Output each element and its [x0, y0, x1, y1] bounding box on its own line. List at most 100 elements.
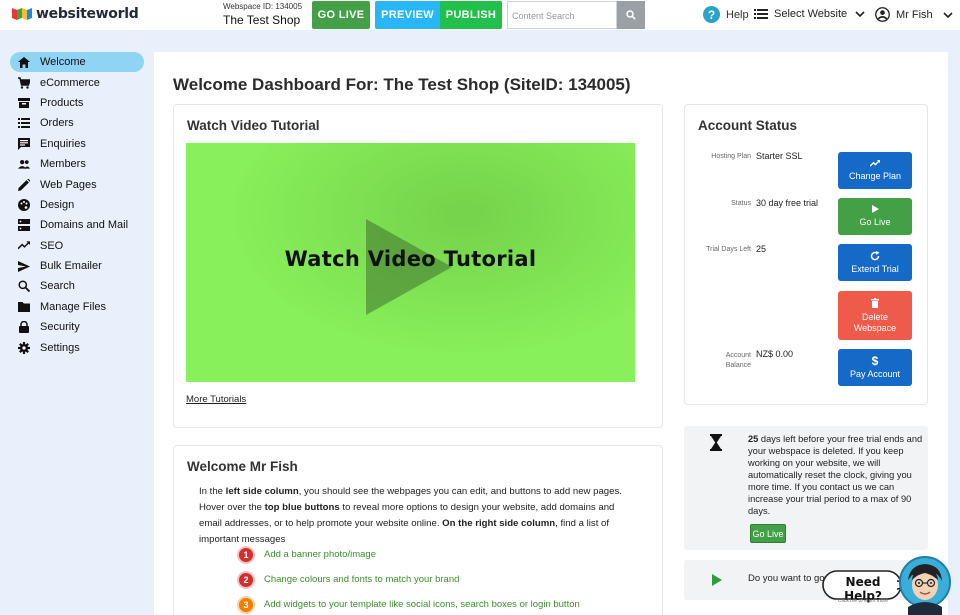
- sidebar-item-search[interactable]: Search: [0, 276, 150, 296]
- step-item: 1 Add a banner photo/image: [237, 542, 580, 567]
- hourglass-icon: [710, 434, 722, 451]
- palette-icon: [18, 198, 30, 211]
- preview-button[interactable]: PREVIEW: [375, 1, 440, 29]
- user-menu[interactable]: Mr Fish: [875, 7, 953, 22]
- sidebar-item-label: Settings: [40, 341, 80, 354]
- more-tutorials-link[interactable]: More Tutorials: [186, 394, 246, 405]
- step-link[interactable]: Add a banner photo/image: [264, 549, 376, 560]
- help-icon: ?: [703, 6, 720, 23]
- logo[interactable]: websiteworld: [12, 6, 139, 22]
- sidebar-item-label: Bulk Emailer: [40, 260, 102, 273]
- sidebar-item-label: Welcome: [40, 56, 86, 69]
- search-icon: [18, 280, 30, 293]
- video-player[interactable]: Watch Video Tutorial: [186, 143, 635, 382]
- intro-text-1: In the: [199, 486, 226, 497]
- top-bar: websiteworld Webspace ID: 134005 The Tes…: [0, 0, 960, 30]
- sidebar-item-enquiries[interactable]: Enquiries: [0, 134, 150, 154]
- help-link[interactable]: ? Help: [703, 6, 749, 23]
- change-plan-label: Change Plan: [848, 170, 902, 181]
- user-name: Mr Fish: [896, 8, 933, 21]
- trial-go-live-button[interactable]: Go Live: [750, 524, 786, 543]
- video-card-title: Watch Video Tutorial: [187, 118, 320, 133]
- menu-icon: [754, 9, 768, 19]
- webspace-info: Webspace ID: 134005 The Test Shop: [223, 3, 302, 27]
- sidebar-item-domains-and-mail[interactable]: Domains and Mail: [0, 215, 150, 235]
- chevron-down-icon: [855, 11, 865, 17]
- dollar-icon: $: [871, 354, 879, 368]
- hosting-plan-value: Starter SSL: [756, 151, 803, 161]
- sidebar-item-products[interactable]: Products: [0, 93, 150, 113]
- sidebar-item-members[interactable]: Members: [0, 154, 150, 174]
- dns-icon: [18, 219, 30, 232]
- sidebar-item-security[interactable]: Security: [0, 317, 150, 337]
- delete-webspace-button[interactable]: Delete Webspace: [838, 291, 912, 340]
- change-plan-button[interactable]: Change Plan: [838, 152, 912, 189]
- search-icon: [626, 10, 636, 20]
- trial-message-body: days left before your free trial ends an…: [748, 434, 923, 516]
- search-button[interactable]: [617, 1, 645, 29]
- sidebar-item-seo[interactable]: SEO: [0, 236, 150, 256]
- step-item: 3 Add widgets to your template like soci…: [237, 592, 580, 615]
- sidebar-item-settings[interactable]: Settings: [0, 337, 150, 357]
- step-link[interactable]: Add widgets to your template like social…: [264, 599, 580, 610]
- need-help-subtitle: Click me to learn more: [837, 598, 888, 604]
- go-live-button[interactable]: GO LIVE: [312, 1, 370, 29]
- intro-bold-3: On the right side column: [442, 518, 556, 529]
- extend-trial-label: Extend Trial: [851, 263, 899, 274]
- user-avatar-icon: [875, 7, 890, 22]
- trial-days-label: Trial Days Left: [706, 246, 751, 253]
- go-live-account-button[interactable]: Go Live: [838, 198, 912, 235]
- video-tutorial-card: Watch Video Tutorial Watch Video Tutoria…: [173, 104, 663, 428]
- intro-bold-2: top blue buttons: [264, 502, 340, 513]
- sidebar-item-design[interactable]: Design: [0, 195, 150, 215]
- step-number: 1: [237, 545, 255, 564]
- sidebar-item-label: Search: [40, 280, 75, 293]
- cart-icon: [18, 76, 30, 89]
- account-balance-value: NZ$ 0.00: [756, 349, 794, 359]
- trial-days-value: 25: [756, 244, 767, 254]
- people-icon: [18, 158, 30, 170]
- account-balance-label: Account Balance: [691, 351, 751, 371]
- gear-icon: [18, 341, 30, 354]
- hosting-plan-label: Hosting Plan: [711, 153, 751, 160]
- sidebar-item-orders[interactable]: Orders: [0, 113, 150, 133]
- trial-message-card: 25 days left before your free trial ends…: [684, 426, 928, 550]
- sidebar-item-welcome[interactable]: Welcome: [10, 52, 144, 73]
- trending-icon: [18, 240, 30, 252]
- trash-icon: [871, 297, 879, 308]
- video-overlay-title: Watch Video Tutorial: [284, 247, 537, 271]
- publish-button[interactable]: PUBLISH: [440, 1, 502, 29]
- pencil-icon: [18, 178, 30, 191]
- account-status-card: Account Status Hosting Plan Starter SSL …: [684, 104, 928, 405]
- shop-name: The Test Shop: [223, 13, 301, 27]
- help-label: Help: [726, 8, 749, 21]
- sidebar-item-label: Design: [40, 198, 75, 211]
- sidebar-item-manage-files[interactable]: Manage Files: [0, 297, 150, 317]
- delete-label-line1: Delete: [861, 311, 888, 322]
- extend-trial-button[interactable]: Extend Trial: [838, 244, 912, 281]
- delete-label-line2: Webspace: [853, 322, 897, 333]
- refresh-icon: [870, 250, 880, 260]
- need-help-widget[interactable]: Need Help? Click me to learn more: [820, 555, 955, 615]
- folder-icon: [18, 301, 30, 313]
- step-link[interactable]: Change colours and fonts to match your b…: [264, 574, 459, 585]
- getting-started-steps: 1 Add a banner photo/image 2 Change colo…: [237, 542, 580, 615]
- select-website-dropdown[interactable]: Select Website: [754, 8, 865, 20]
- play-icon: [712, 574, 722, 586]
- trial-days-count: 25: [748, 434, 759, 444]
- account-balance-label-line2: Balance: [725, 362, 751, 369]
- sidebar-item-label: Members: [40, 158, 86, 171]
- sidebar-item-ecommerce[interactable]: eCommerce: [0, 72, 150, 92]
- pay-account-label: Pay Account: [849, 369, 901, 379]
- page-title: Welcome Dashboard For: The Test Shop (Si…: [173, 75, 631, 94]
- pay-account-button[interactable]: $ Pay Account: [838, 349, 912, 386]
- chevron-down-icon: [943, 11, 953, 18]
- account-status-title: Account Status: [698, 118, 798, 133]
- sidebar-item-bulk-emailer[interactable]: Bulk Emailer: [0, 256, 150, 276]
- sidebar-item-label: Domains and Mail: [40, 219, 129, 232]
- step-number: 3: [237, 595, 255, 614]
- sidebar-item-label: eCommerce: [40, 76, 100, 89]
- welcome-intro-text: In the left side column, you should see …: [199, 484, 639, 548]
- sidebar-item-web-pages[interactable]: Web Pages: [0, 174, 150, 194]
- content-search-input[interactable]: Content Search: [507, 1, 617, 29]
